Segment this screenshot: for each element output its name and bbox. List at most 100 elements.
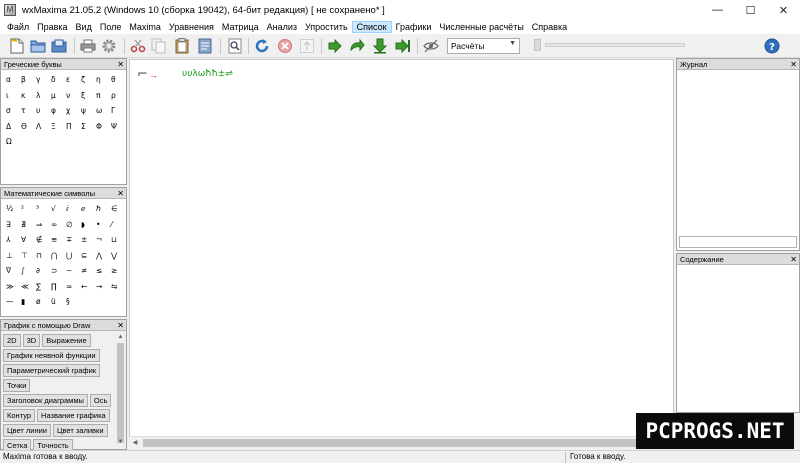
- math-symbol-button[interactable]: →: [94, 279, 109, 295]
- math-symbol-button[interactable]: ⇋: [109, 279, 124, 295]
- math-symbol-button[interactable]: ≡: [49, 232, 64, 248]
- interrupt-icon[interactable]: [298, 37, 316, 55]
- math-symbol-button[interactable]: ←: [79, 279, 94, 295]
- refresh-icon[interactable]: [253, 37, 271, 55]
- greek-symbol-button[interactable]: ε: [64, 72, 79, 88]
- greek-symbol-button[interactable]: υ: [34, 103, 49, 119]
- greek-symbol-button[interactable]: ω: [94, 103, 109, 119]
- draw-button[interactable]: График неявной функции: [3, 349, 100, 362]
- math-symbol-button[interactable]: ø: [34, 294, 49, 310]
- math-symbol-button[interactable]: ∑: [34, 279, 49, 295]
- menu-list[interactable]: Список: [351, 21, 392, 33]
- math-symbol-button[interactable]: ⊤: [19, 248, 34, 264]
- step-icon[interactable]: [326, 37, 344, 55]
- menu-plot[interactable]: Графики: [392, 22, 436, 32]
- close-icon[interactable]: ✕: [790, 254, 797, 265]
- greek-symbol-button[interactable]: θ: [109, 72, 124, 88]
- greek-symbol-button[interactable]: Λ: [34, 119, 49, 135]
- print-icon[interactable]: [79, 37, 97, 55]
- new-document-icon[interactable]: [8, 37, 26, 55]
- greek-symbol-button[interactable]: ζ: [79, 72, 94, 88]
- scrollbar-thumb[interactable]: [117, 343, 124, 443]
- maximize-button[interactable]: ☐: [734, 0, 767, 20]
- math-symbol-button[interactable]: ∅: [64, 217, 79, 233]
- math-symbol-button[interactable]: ∫: [19, 263, 34, 279]
- math-symbol-button[interactable]: ≫: [4, 279, 19, 295]
- help-icon[interactable]: ?: [763, 37, 781, 55]
- menu-matrix[interactable]: Матрица: [218, 22, 263, 32]
- draw-button[interactable]: 2D: [3, 334, 21, 347]
- math-symbol-button[interactable]: ⊆: [79, 248, 94, 264]
- math-symbol-button[interactable]: •: [94, 217, 109, 233]
- greek-symbol-button[interactable]: Σ: [79, 119, 94, 135]
- math-symbol-button[interactable]: ∇: [4, 263, 19, 279]
- math-symbol-button[interactable]: ⁄: [109, 217, 124, 233]
- hide-icon[interactable]: [422, 37, 440, 55]
- scroll-up-icon[interactable]: ▲: [116, 333, 125, 342]
- minimize-button[interactable]: —: [701, 0, 734, 20]
- copy-icon[interactable]: [150, 37, 168, 55]
- math-symbol-button[interactable]: ≈: [64, 279, 79, 295]
- math-symbol-button[interactable]: √: [49, 201, 64, 217]
- math-symbol-button[interactable]: ∓: [64, 232, 79, 248]
- draw-button[interactable]: Заголовок диаграммы: [3, 394, 88, 407]
- draw-button[interactable]: Контур: [3, 409, 36, 422]
- step-over-icon[interactable]: [348, 37, 366, 55]
- select-all-icon[interactable]: [196, 37, 214, 55]
- math-symbol-button[interactable]: ℏ: [94, 201, 109, 217]
- math-symbol-button[interactable]: ⅄: [4, 232, 19, 248]
- menu-edit[interactable]: Правка: [33, 22, 71, 32]
- close-icon[interactable]: ✕: [790, 59, 797, 70]
- greek-symbol-button[interactable]: Π: [64, 119, 79, 135]
- stop-icon[interactable]: [276, 37, 294, 55]
- menu-equations[interactable]: Уравнения: [165, 22, 218, 32]
- step-into-icon[interactable]: [371, 37, 389, 55]
- math-symbol-button[interactable]: ⋀: [94, 248, 109, 264]
- math-symbol-button[interactable]: ▮: [19, 294, 34, 310]
- find-icon[interactable]: [226, 37, 244, 55]
- math-symbol-button[interactable]: ⊥: [4, 248, 19, 264]
- greek-symbol-button[interactable]: Ψ: [109, 119, 124, 135]
- math-symbol-button[interactable]: ∀: [19, 232, 34, 248]
- greek-symbol-button[interactable]: π: [94, 88, 109, 104]
- journal-input[interactable]: [679, 236, 797, 248]
- greek-symbol-button[interactable]: η: [94, 72, 109, 88]
- math-symbol-button[interactable]: ≠: [79, 263, 94, 279]
- math-symbol-button[interactable]: ∉: [34, 232, 49, 248]
- math-symbol-button[interactable]: §: [64, 294, 79, 310]
- settings-icon[interactable]: [100, 37, 118, 55]
- close-icon[interactable]: ✕: [117, 320, 124, 331]
- math-symbol-button[interactable]: ⋂: [49, 248, 64, 264]
- math-symbol-button[interactable]: ≥: [109, 263, 124, 279]
- math-symbol-button[interactable]: ²: [19, 201, 34, 217]
- draw-button[interactable]: Выражение: [42, 334, 91, 347]
- draw-button[interactable]: Параметрический график: [3, 364, 101, 377]
- scroll-down-icon[interactable]: ▼: [116, 438, 125, 447]
- greek-symbol-button[interactable]: Ξ: [49, 119, 64, 135]
- draw-button[interactable]: Цвет линии: [3, 424, 51, 437]
- cut-icon[interactable]: [129, 37, 147, 55]
- menu-maxima[interactable]: Maxima: [125, 22, 165, 32]
- greek-symbol-button[interactable]: χ: [64, 103, 79, 119]
- draw-button[interactable]: Ось: [89, 394, 112, 407]
- math-symbol-button[interactable]: ⋁: [109, 248, 124, 264]
- draw-button[interactable]: 3D: [22, 334, 41, 347]
- math-symbol-button[interactable]: ⇒: [34, 217, 49, 233]
- cell-bracket-icon[interactable]: ⌐: [137, 68, 148, 84]
- step-end-icon[interactable]: [394, 37, 412, 55]
- greek-symbol-button[interactable]: γ: [34, 72, 49, 88]
- greek-symbol-button[interactable]: κ: [19, 88, 34, 104]
- greek-symbol-button[interactable]: Δ: [4, 119, 19, 135]
- draw-button[interactable]: Название графика: [37, 409, 110, 422]
- save-icon[interactable]: [50, 37, 68, 55]
- math-symbol-button[interactable]: ü: [49, 294, 64, 310]
- math-symbol-button[interactable]: ⅈ: [64, 201, 79, 217]
- greek-symbol-button[interactable]: λ: [34, 88, 49, 104]
- math-symbol-button[interactable]: —: [4, 294, 19, 310]
- close-icon[interactable]: ✕: [117, 59, 124, 70]
- math-symbol-button[interactable]: ⋃: [64, 248, 79, 264]
- greek-symbol-button[interactable]: ν: [64, 88, 79, 104]
- greek-symbol-button[interactable]: ψ: [79, 103, 94, 119]
- math-symbol-button[interactable]: ³: [34, 201, 49, 217]
- math-symbol-button[interactable]: ℯ: [79, 201, 94, 217]
